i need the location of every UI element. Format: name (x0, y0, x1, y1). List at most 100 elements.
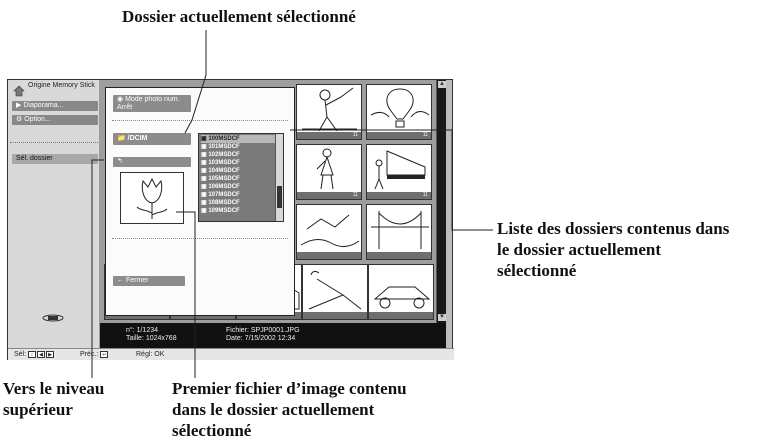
set-hint: Régl: OK (136, 351, 165, 358)
option-icon: ⚙ (16, 116, 23, 123)
bottom-bar: Sél: ↕ ◀ ▶ Préc.: ↩ Régl: OK (8, 348, 454, 360)
select-hint: Sél: ↕ ◀ ▶ (14, 349, 55, 361)
home-icon[interactable] (13, 85, 25, 97)
thumbnail[interactable] (366, 204, 432, 260)
folder-scroll-thumb[interactable] (277, 186, 282, 208)
folder-item-icon: ▣ (201, 168, 207, 174)
thumbnail-caption: 11 (367, 132, 431, 139)
callout-current-folder: Dossier actuellement sélectionné (122, 7, 356, 26)
scroll-up-icon[interactable]: ▲ (438, 81, 446, 88)
sidebar-divider (10, 142, 98, 143)
folder-item-icon: ▣ (201, 176, 207, 182)
folder-icon: 📁 (117, 135, 126, 142)
folder-item[interactable]: ▣ 108MSDCF (201, 199, 275, 207)
memory-stick-icon (42, 314, 64, 322)
prev-hint: Préc.: ↩ (80, 349, 109, 361)
callout-first-image: Premier fichier d’image contenu dans le … (172, 378, 407, 441)
folder-item[interactable]: ▣ 106MSDCF (201, 183, 275, 191)
up-folder-button[interactable]: ↰ (113, 157, 191, 167)
current-folder-path: /DCIM (127, 135, 148, 142)
up-folder-icon: ↰ (117, 158, 123, 165)
sidebar: Origine Memory Stick ▶ Diaporama... ⚙ Op… (8, 80, 100, 348)
folder-item-icon: ▣ (201, 208, 207, 214)
folder-item-icon: ▣ (201, 152, 207, 158)
folder-item-label: 108MSDCF (208, 200, 240, 206)
callout-up-level: Vers le niveau supérieur (3, 378, 104, 420)
image-number: n°: 1/1234 (126, 327, 158, 334)
slideshow-button[interactable]: ▶ Diaporama... (12, 101, 98, 111)
camera-mode-state: Arrêt (117, 104, 133, 111)
folder-item[interactable]: ▣ 103MSDCF (201, 159, 275, 167)
folder-item-icon: ▣ (201, 184, 207, 190)
folder-panel: ◉ Mode photo num. Arrêt 📁 /DCIM ↰ ← Ferm… (105, 87, 295, 316)
panel-divider (112, 238, 288, 239)
camera-mode-line: ◉ Mode photo num. (117, 95, 187, 104)
grid-scrollbar[interactable]: ▲ ▼ (436, 80, 446, 323)
camera-icon: ◉ (117, 96, 124, 103)
thumbnail[interactable]: 11 (296, 144, 362, 200)
thumbnail-caption (369, 312, 433, 319)
folder-item-label: 100MSDCF (208, 136, 240, 142)
folder-item[interactable]: ▣ 107MSDCF (201, 191, 275, 199)
image-size: Taille: 1024x768 (126, 335, 177, 342)
thumbnail-caption (367, 252, 431, 259)
folder-item[interactable]: ▣ 102MSDCF (201, 151, 275, 159)
arrow-left-icon: ◀ (37, 350, 46, 358)
thumbnail[interactable]: 11 (366, 84, 432, 140)
callout-up-level-line1: Vers le niveau (3, 379, 105, 398)
thumbnail-caption (297, 252, 361, 259)
slideshow-icon: ▶ (16, 102, 22, 109)
thumbnail[interactable] (368, 264, 434, 320)
close-button[interactable]: ← Fermer (113, 276, 185, 286)
camera-mode-label: Mode photo num. (125, 96, 180, 103)
folder-item[interactable]: ▣ 104MSDCF (201, 167, 275, 175)
callout-folder-list: Liste des dossiers contenus dans le doss… (497, 218, 729, 281)
folder-item-label: 101MSDCF (208, 144, 240, 150)
prev-hint-label: Préc.: (80, 351, 99, 358)
folder-item-icon: ▣ (201, 160, 207, 166)
thumbnail[interactable]: 11 (296, 84, 362, 140)
select-folder-label: Sél. dossier (16, 155, 53, 162)
info-bar: n°: 1/1234 Taille: 1024x768 Fichier: SPJ… (100, 323, 446, 348)
thumbnail[interactable]: 11 (366, 144, 432, 200)
option-label: Option... (24, 116, 51, 123)
arrow-right-icon: ▶ (46, 350, 55, 358)
camera-mode-button[interactable]: ◉ Mode photo num. Arrêt (113, 95, 191, 112)
folder-item-label: 104MSDCF (208, 168, 240, 174)
folder-list[interactable]: ▣ 100MSDCF ▣ 101MSDCF ▣ 102MSDCF ▣ 103MS… (198, 133, 284, 222)
folder-item[interactable]: ▣ 105MSDCF (201, 175, 275, 183)
folder-item[interactable]: ▣ 101MSDCF (201, 143, 275, 151)
folder-list-scrollbar[interactable] (275, 134, 283, 221)
folder-item-label: 106MSDCF (208, 184, 240, 190)
select-folder-button[interactable]: Sél. dossier (12, 154, 98, 164)
option-button[interactable]: ⚙ Option... (12, 115, 98, 125)
panel-divider (112, 120, 288, 121)
callout-folder-list-line3: sélectionné (497, 261, 577, 280)
folder-item-icon: ▣ (201, 192, 207, 198)
folder-item-label: 107MSDCF (208, 192, 240, 198)
thumbnail[interactable] (296, 204, 362, 260)
close-label: Fermer (125, 277, 149, 284)
thumbnail-caption: 11 (297, 192, 361, 199)
current-folder-button[interactable]: 📁 /DCIM (113, 133, 191, 145)
folder-item-icon: ▣ (201, 200, 207, 206)
thumbnail-caption: 11 (297, 132, 361, 139)
folder-item-label: 105MSDCF (208, 176, 240, 182)
tulip-image (136, 177, 168, 219)
home-label[interactable]: Origine Memory Stick (28, 82, 98, 90)
folder-item-label: 109MSDCF (208, 208, 240, 214)
folder-item[interactable]: ▣ 100MSDCF (201, 135, 275, 143)
folder-item-icon: ▣ (201, 136, 207, 142)
scroll-down-icon[interactable]: ▼ (438, 314, 446, 321)
folder-item[interactable]: ▣ 109MSDCF (201, 207, 275, 215)
callout-first-image-line1: Premier fichier d’image contenu (172, 379, 407, 398)
thumbnail[interactable] (302, 264, 368, 320)
file-date: Date: 7/15/2002 12:34 (226, 335, 296, 342)
back-arrow-icon: ← (117, 277, 124, 284)
callout-folder-list-line2: le dossier actuellement (497, 240, 661, 259)
select-hint-label: Sél: (14, 351, 27, 358)
folder-item-icon: ▣ (201, 144, 207, 150)
callout-up-level-line2: supérieur (3, 400, 73, 419)
arrow-up-down-icon: ↕ (28, 350, 37, 358)
thumbnail-caption: 11 (367, 192, 431, 199)
